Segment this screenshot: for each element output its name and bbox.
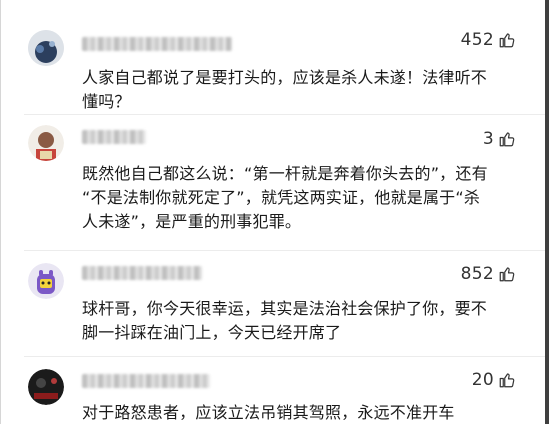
like-button[interactable]: 852 [461, 264, 516, 284]
avatar[interactable] [28, 125, 64, 161]
avatar[interactable] [28, 263, 64, 299]
comment-text: 人家自己都说了是要打头的，应该是杀人未遂！法律听不 懂吗？ [82, 68, 488, 111]
like-count: 852 [460, 264, 494, 284]
thumbs-up-icon [499, 132, 515, 147]
like-count: 452 [460, 30, 494, 50]
comment-item: 452 人家自己都说了是要打头的，应该是杀人未遂！法律听不 懂吗？ [0, 0, 545, 112]
like-button[interactable]: 3 [483, 129, 516, 149]
like-button[interactable]: 20 [472, 370, 516, 390]
thumbs-up-icon [499, 267, 515, 282]
username-blurred[interactable] [82, 130, 146, 144]
comment-text: 既然他自己都这么说：“第一杆就是奔着你头去的”，还有 “不是法制你就死定了”，就… [82, 164, 488, 231]
thumbs-up-icon [499, 373, 515, 388]
username-blurred[interactable] [82, 37, 232, 51]
comment-text: 球杆哥，你今天很幸运，其实是法治社会保护了你，要不 脚一抖踩在油门上，今天已经开… [82, 299, 488, 342]
thumbs-up-icon [499, 33, 515, 48]
comment-text: 对于路怒患者，应该立法吊销其驾照，永远不准开车 [82, 403, 455, 422]
avatar[interactable] [28, 30, 64, 66]
like-count: 20 [471, 370, 494, 390]
comment-item: 20 对于路怒患者，应该立法吊销其驾照，永远不准开车 [0, 357, 545, 424]
username-blurred[interactable] [82, 266, 202, 280]
avatar[interactable] [28, 369, 64, 405]
username-blurred[interactable] [82, 374, 210, 388]
like-button[interactable]: 452 [461, 30, 516, 50]
comment-item: 3 既然他自己都这么说：“第一杆就是奔着你头去的”，还有 “不是法制你就死定了”… [0, 115, 545, 253]
right-edge [545, 0, 549, 424]
like-count: 3 [482, 129, 494, 149]
comment-item: 852 球杆哥，你今天很幸运，其实是法治社会保护了你，要不 脚一抖踩在油门上，今… [0, 251, 545, 359]
